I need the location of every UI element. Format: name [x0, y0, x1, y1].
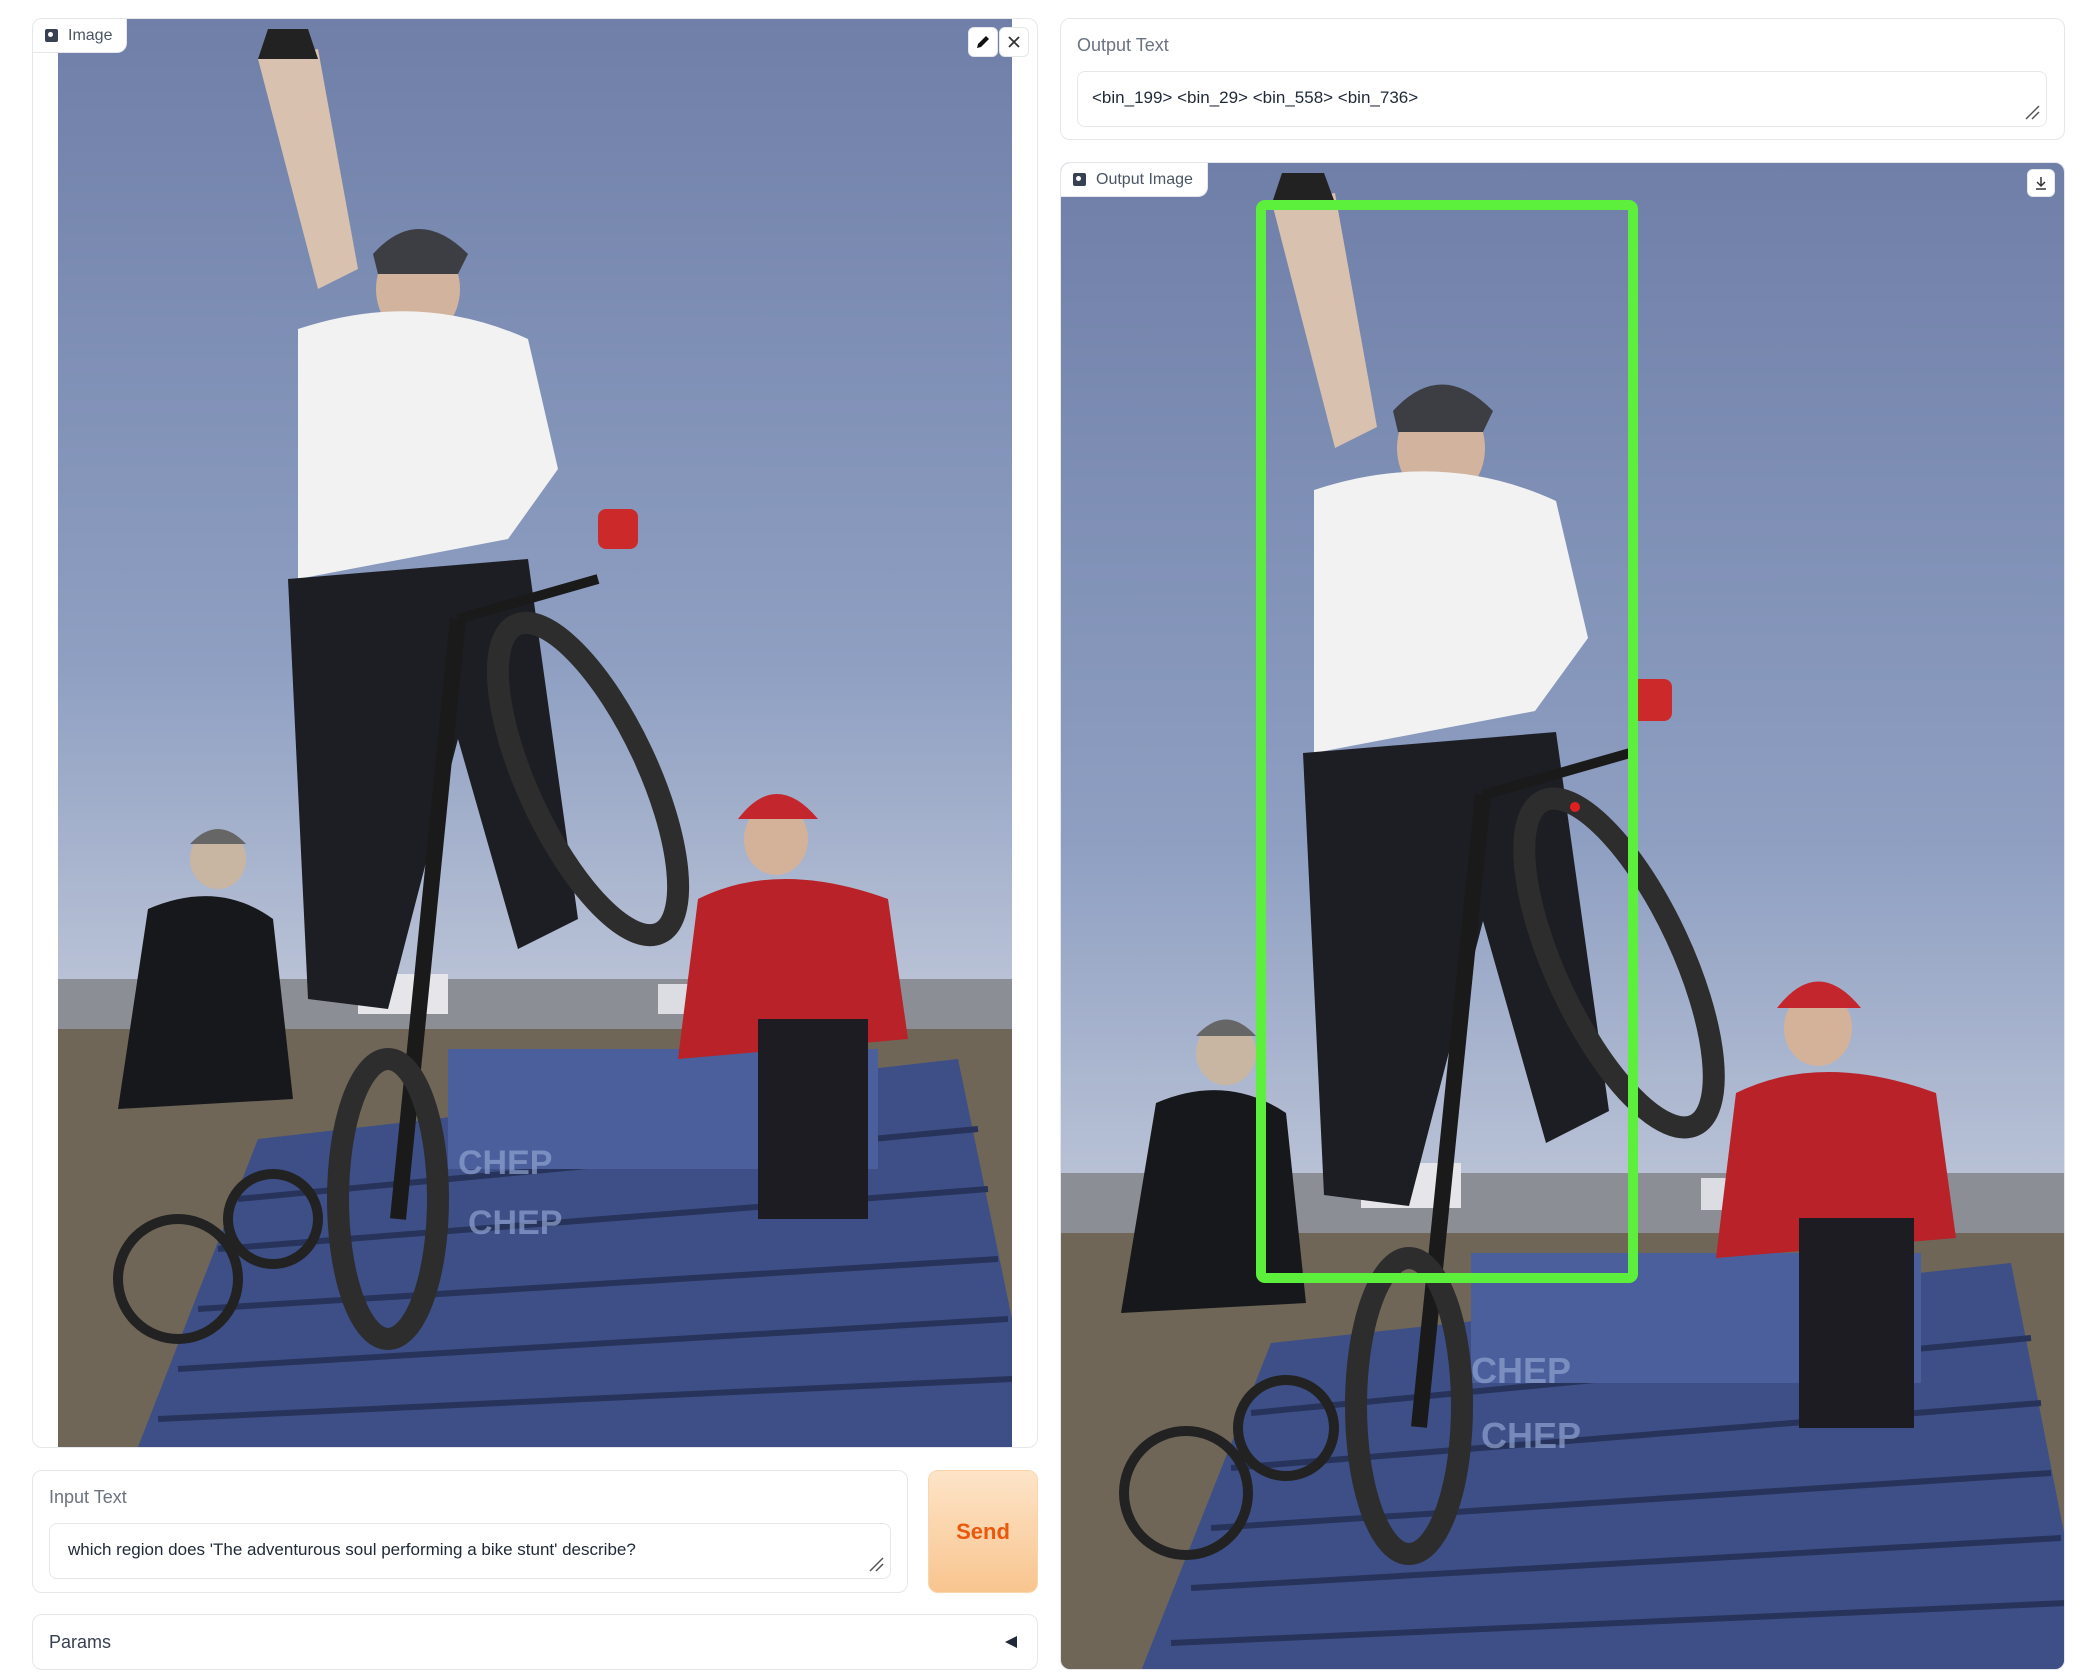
pencil-icon	[977, 36, 989, 48]
download-button[interactable]	[2027, 169, 2055, 197]
input-image-panel: Image CHEP CHEP	[32, 18, 1038, 1448]
image-icon	[45, 29, 58, 42]
output-image-panel: Output Image CHEP CHEP	[1060, 162, 2065, 1670]
input-text-label: Input Text	[49, 1487, 127, 1507]
svg-text:CHEP: CHEP	[1481, 1415, 1581, 1456]
input-text-value: which region does 'The adventurous soul …	[68, 1540, 636, 1559]
params-label: Params	[49, 1632, 112, 1652]
svg-text:CHEP: CHEP	[458, 1144, 552, 1182]
triangle-left-icon	[1005, 1636, 1017, 1648]
output-photo: CHEP CHEP	[1061, 163, 2064, 1669]
output-text-value: <bin_199> <bin_29> <bin_558> <bin_736>	[1092, 88, 1419, 107]
resize-handle-icon[interactable]	[868, 1556, 884, 1572]
output-text-panel: Output Text <bin_199> <bin_29> <bin_558>…	[1060, 18, 2065, 140]
output-image-tag: Output Image	[1061, 163, 1208, 197]
params-accordion[interactable]: Params	[32, 1614, 1038, 1670]
input-image-label: Image	[68, 26, 113, 44]
input-text-field[interactable]: which region does 'The adventurous soul …	[49, 1523, 891, 1579]
detection-point	[1570, 802, 1580, 812]
svg-text:CHEP: CHEP	[468, 1204, 562, 1242]
output-text-label: Output Text	[1077, 35, 1169, 55]
download-icon	[2036, 177, 2046, 190]
image-icon	[1073, 173, 1086, 186]
output-text-field[interactable]: <bin_199> <bin_29> <bin_558> <bin_736>	[1077, 71, 2047, 127]
svg-text:CHEP: CHEP	[1471, 1350, 1571, 1391]
input-photo[interactable]: CHEP CHEP	[58, 19, 1012, 1447]
resize-handle-icon[interactable]	[2024, 104, 2040, 120]
clear-image-button[interactable]	[999, 27, 1029, 57]
input-image-tag: Image	[33, 19, 128, 53]
edit-image-button[interactable]	[968, 27, 998, 57]
close-icon	[1008, 36, 1020, 48]
send-button[interactable]: Send	[928, 1470, 1038, 1593]
output-image-label: Output Image	[1096, 170, 1193, 188]
input-text-panel: Input Text which region does 'The advent…	[32, 1470, 908, 1593]
